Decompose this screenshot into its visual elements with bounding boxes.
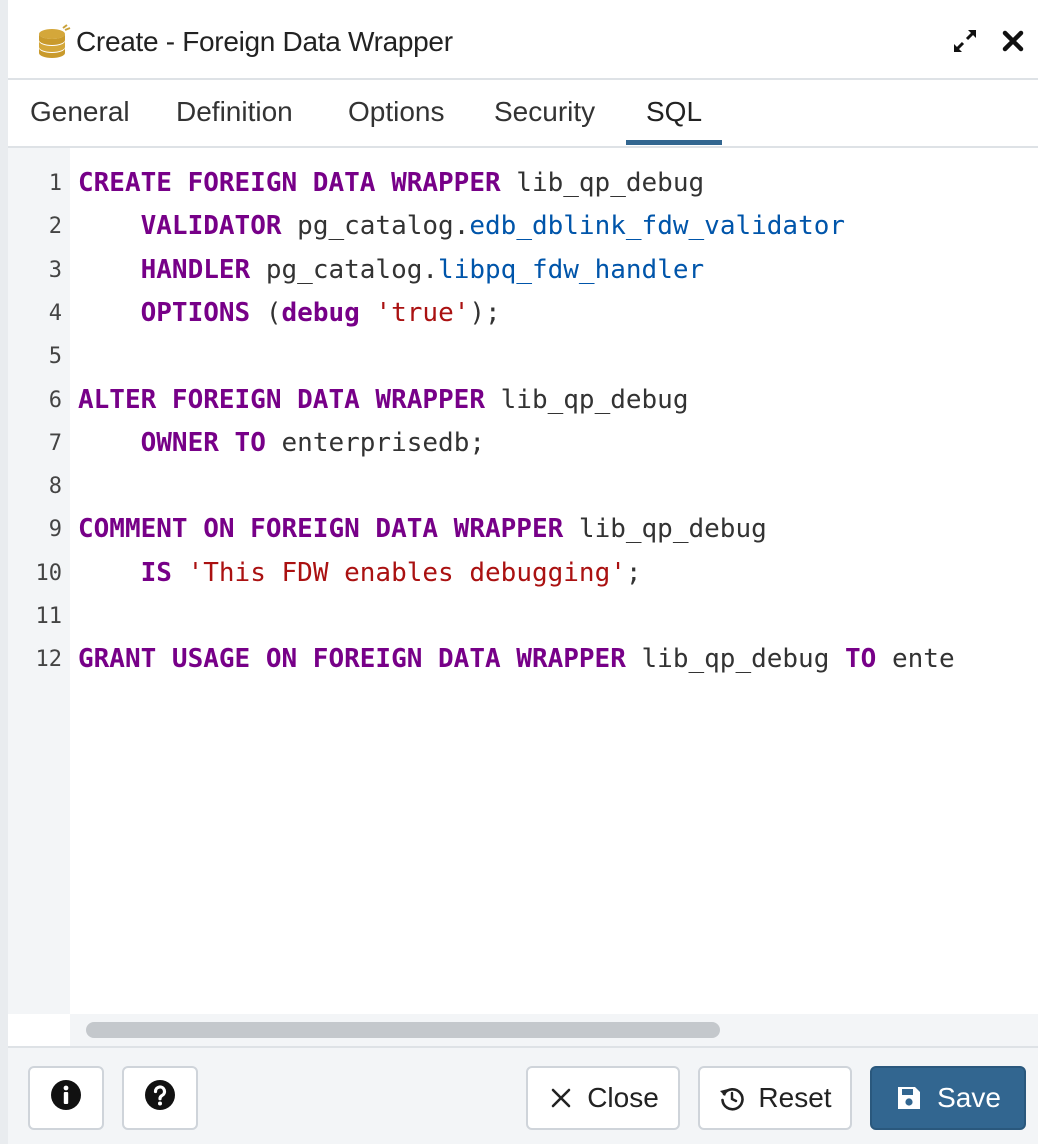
- x-icon: [547, 1084, 575, 1112]
- horizontal-scrollbar[interactable]: [70, 1014, 1038, 1046]
- code-token: lib_qp_debug: [500, 168, 705, 198]
- line-number-gutter: 1 2 3 4 5 6 7 8 9 10 11 12: [8, 148, 70, 1014]
- code-line[interactable]: ALTER FOREIGN DATA WRAPPER lib_qp_debug: [78, 379, 689, 422]
- code-token: pg_catalog.: [281, 211, 470, 242]
- code-token: CREATE FOREIGN DATA WRAPPER: [78, 168, 501, 198]
- tab-definition[interactable]: Definition: [176, 94, 293, 130]
- question-circle-icon: [144, 1079, 176, 1118]
- line-number: 7: [48, 430, 62, 456]
- database-stack-icon: [36, 24, 72, 60]
- line-number: 8: [48, 474, 62, 500]
- help-button[interactable]: [122, 1066, 198, 1130]
- save-button-label: Save: [937, 1082, 1001, 1113]
- code-token: enterprisedb;: [265, 427, 486, 458]
- code-token: ALTER FOREIGN DATA WRAPPER: [78, 384, 485, 415]
- line-number: 6: [48, 387, 62, 413]
- reset-button-label: Reset: [758, 1082, 832, 1113]
- code-token: TO: [845, 644, 877, 675]
- code-token: (: [250, 297, 282, 328]
- line-number: 5: [48, 344, 62, 370]
- code-token: lib_qp_debug: [563, 514, 767, 545]
- floppy-disk-icon: [895, 1084, 923, 1112]
- code-token: COMMENT ON FOREIGN DATA WRAPPER: [78, 514, 564, 545]
- reset-button[interactable]: Reset: [698, 1066, 852, 1130]
- code-token: 'true': [375, 297, 470, 328]
- code-line[interactable]: OWNER TO enterprisedb;: [78, 422, 485, 465]
- code-token: );: [469, 297, 501, 328]
- dialog-footer: Close Reset Save: [8, 1046, 1038, 1144]
- code-line[interactable]: VALIDATOR pg_catalog.edb_dblink_fdw_vali…: [78, 205, 845, 248]
- code-token: HANDLER: [140, 254, 251, 285]
- code-token: OWNER TO: [140, 427, 266, 458]
- code-token: pg_catalog.: [250, 254, 439, 285]
- tab-sql[interactable]: SQL: [646, 94, 702, 130]
- tab-security[interactable]: Security: [494, 94, 595, 130]
- code-line[interactable]: GRANT USAGE ON FOREIGN DATA WRAPPER lib_…: [78, 638, 955, 681]
- line-number: 12: [35, 647, 63, 673]
- save-button[interactable]: Save: [870, 1066, 1026, 1130]
- line-number: 9: [48, 517, 62, 543]
- info-button[interactable]: [28, 1066, 104, 1130]
- close-x-icon[interactable]: [998, 26, 1028, 56]
- code-token: ente: [876, 644, 955, 675]
- reset-rotate-icon: [718, 1084, 746, 1112]
- code-token: VALIDATOR: [140, 211, 282, 242]
- code-line[interactable]: COMMENT ON FOREIGN DATA WRAPPER lib_qp_d…: [78, 508, 767, 551]
- tab-general[interactable]: General: [30, 94, 130, 130]
- close-button-label: Close: [587, 1082, 659, 1113]
- code-token: lib_qp_debug: [485, 384, 689, 415]
- line-number: 3: [48, 257, 62, 283]
- code-token: libpq_fdw_handler: [438, 254, 705, 285]
- line-number: 1: [48, 171, 62, 196]
- code-token: 'This FDW enables debugging': [187, 557, 626, 588]
- line-number: 2: [48, 214, 62, 240]
- create-fdw-dialog: Create - Foreign Data Wrapper General De…: [0, 0, 1038, 1144]
- close-button[interactable]: Close: [526, 1066, 680, 1130]
- code-line[interactable]: OPTIONS (debug 'true');: [78, 292, 501, 335]
- sql-editor[interactable]: 1 2 3 4 5 6 7 8 9 10 11 12 CREATE FOREIGN DATA WRAP…: [8, 148, 1038, 1046]
- dialog-titlebar[interactable]: Create - Foreign Data Wrapper: [8, 0, 1038, 80]
- code-line[interactable]: CREATE FOREIGN DATA WRAPPER lib_qp_debug: [78, 162, 704, 205]
- line-number: 4: [48, 300, 62, 326]
- tab-options[interactable]: Options: [348, 94, 445, 130]
- tab-bar: General Definition Options Security SQL: [8, 80, 1038, 148]
- code-token: debug: [281, 297, 360, 328]
- code-token: ;: [625, 557, 642, 588]
- code-token: IS: [140, 557, 172, 588]
- code-token: OPTIONS: [140, 297, 251, 328]
- line-number: 11: [35, 604, 63, 629]
- scrollbar-thumb[interactable]: [86, 1022, 720, 1038]
- code-token: GRANT USAGE ON FOREIGN DATA WRAPPER: [78, 644, 626, 675]
- info-circle-icon: [50, 1079, 82, 1118]
- active-tab-indicator: [626, 140, 722, 145]
- sql-code-area[interactable]: CREATE FOREIGN DATA WRAPPER lib_qp_debug…: [70, 148, 1038, 1014]
- expand-arrows-icon[interactable]: [950, 26, 980, 56]
- code-token: edb_dblink_fdw_validator: [469, 211, 846, 242]
- dialog-title: Create - Foreign Data Wrapper: [76, 26, 453, 57]
- code-line[interactable]: HANDLER pg_catalog.libpq_fdw_handler: [78, 249, 705, 292]
- code-token: lib_qp_debug: [625, 644, 846, 675]
- line-number: 10: [35, 560, 63, 586]
- code-line[interactable]: IS 'This FDW enables debugging';: [78, 552, 642, 595]
